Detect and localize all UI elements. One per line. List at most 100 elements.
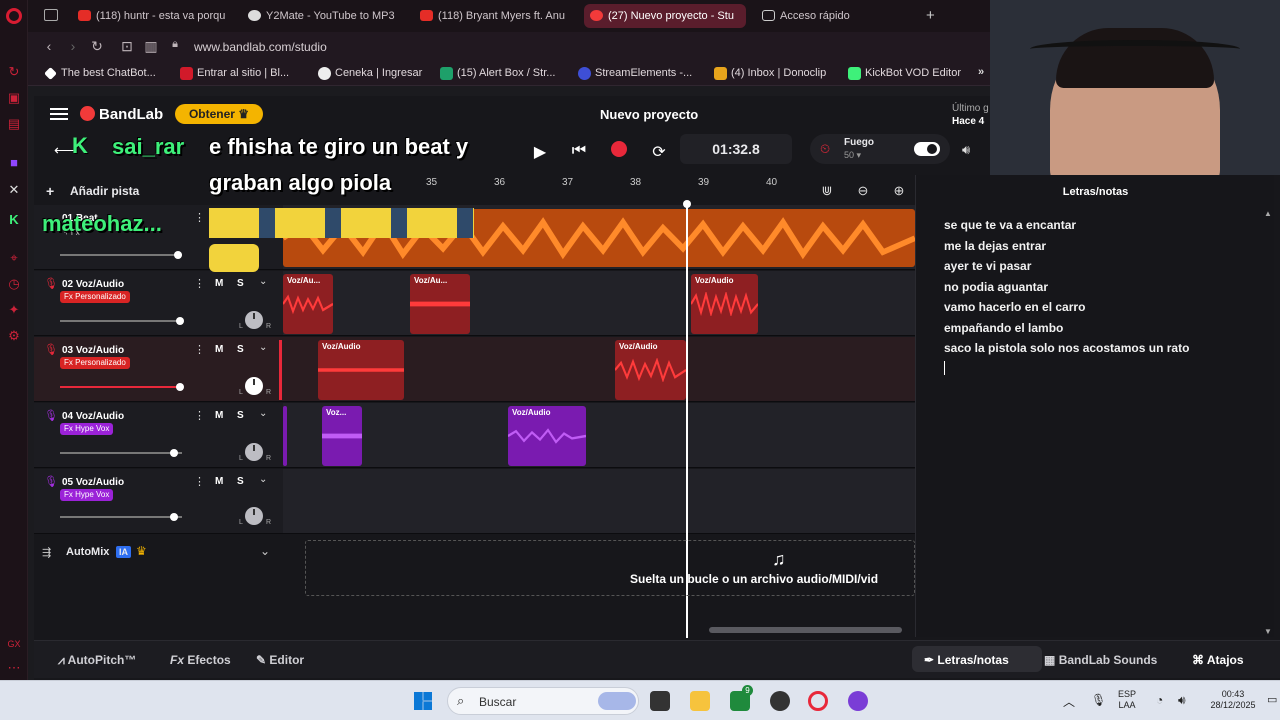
chevron-down-icon[interactable]: ⌄ bbox=[259, 342, 267, 353]
bookmark-alertbox[interactable]: (15) Alert Box / Str... bbox=[440, 67, 555, 80]
audio-clip[interactable]: Voz... bbox=[322, 406, 362, 466]
opera-gx-taskbar-icon[interactable] bbox=[808, 691, 828, 711]
track-header-02[interactable]: 🎙︎ 02 Voz/Audio Fx Personalizado ⋮ M S ⌄… bbox=[34, 271, 283, 336]
file-explorer-icon[interactable] bbox=[690, 691, 710, 711]
twitch-icon[interactable]: ■ bbox=[6, 155, 22, 171]
pin-icon[interactable]: ⌖ bbox=[6, 250, 22, 266]
taskbar-search[interactable]: ⌕ Buscar bbox=[447, 687, 639, 715]
bookmark-donoclip[interactable]: (4) Inbox | Donoclip bbox=[714, 67, 826, 80]
gx-icon[interactable]: GX bbox=[6, 636, 22, 652]
task-view-icon[interactable] bbox=[650, 691, 670, 711]
track-lane-05[interactable] bbox=[283, 469, 915, 534]
volume-slider[interactable] bbox=[60, 449, 182, 457]
lyric-line[interactable]: empañando el lambo bbox=[944, 321, 1063, 335]
audio-clip[interactable]: Voz/Au... bbox=[410, 274, 470, 334]
snapshot-icon[interactable]: ⊡ bbox=[118, 38, 136, 55]
pan-knob[interactable] bbox=[245, 377, 263, 395]
bandlab-logo[interactable]: BandLab bbox=[80, 106, 163, 123]
url-field[interactable]: www.bandlab.com/studio bbox=[194, 40, 327, 54]
add-track-button[interactable]: + Añadir pista bbox=[44, 181, 156, 201]
volume-slider[interactable] bbox=[60, 383, 184, 391]
project-title[interactable]: Nuevo proyecto bbox=[600, 107, 698, 122]
pan-knob[interactable] bbox=[245, 311, 263, 329]
chevron-down-icon[interactable]: ⌄ bbox=[260, 544, 270, 558]
fx-preset-badge[interactable]: Fx Hype Vox bbox=[60, 489, 114, 501]
bookmark-ceneka[interactable]: Ceneka | Ingresar bbox=[318, 67, 422, 80]
excel-icon[interactable]: 9 bbox=[730, 685, 753, 711]
shortcuts-button[interactable]: ⌘ Atajos bbox=[1192, 653, 1244, 667]
zoom-out-icon[interactable]: ⊖ bbox=[854, 183, 872, 199]
pan-knob[interactable] bbox=[245, 443, 263, 461]
pan-knob[interactable] bbox=[245, 507, 263, 525]
track-lane-02[interactable]: Voz/Au... Voz/Au... Voz/Audio bbox=[283, 271, 915, 336]
solo-button[interactable]: S bbox=[237, 476, 244, 487]
more-bookmarks-icon[interactable]: » bbox=[978, 66, 984, 78]
windows-start-icon[interactable] bbox=[414, 692, 432, 710]
loop-button[interactable]: ⟳ bbox=[647, 142, 671, 162]
mute-button[interactable]: M bbox=[215, 278, 223, 289]
kick-icon[interactable]: K bbox=[6, 212, 22, 228]
automix-row[interactable]: ⇶ AutoMix IA ♛ ⌄ bbox=[34, 538, 283, 568]
track-header-05[interactable]: 🎙︎ 05 Voz/Audio Fx Hype Vox ⋮ M S ⌄ L R bbox=[34, 469, 283, 534]
menu-icon[interactable] bbox=[50, 108, 68, 120]
upgrade-button[interactable]: Obtener ♛ bbox=[175, 104, 263, 124]
volume-slider-handle[interactable] bbox=[176, 317, 184, 325]
mute-button[interactable]: M bbox=[215, 476, 223, 487]
new-tab-icon[interactable]: + bbox=[926, 7, 935, 24]
bandlab-sounds-button[interactable]: ▦ BandLab Sounds bbox=[1044, 653, 1157, 667]
fx-preset-badge[interactable]: Fx Personalizado bbox=[60, 291, 130, 303]
lyrics-button[interactable]: ✒ Letras/notas bbox=[924, 653, 1009, 667]
tab-y2mate[interactable]: Y2Mate - YouTube to MP3 bbox=[242, 4, 402, 28]
opera-logo[interactable] bbox=[6, 8, 22, 24]
lyric-line[interactable]: saco la pistola solo nos acostamos un ra… bbox=[944, 341, 1189, 355]
network-icon[interactable]: ◔ bbox=[1156, 693, 1163, 707]
volume-slider[interactable] bbox=[60, 251, 182, 259]
volume-slider[interactable] bbox=[60, 317, 184, 325]
track-options-icon[interactable]: ⋮ bbox=[194, 409, 205, 422]
tab-menu-icon[interactable] bbox=[44, 9, 58, 21]
effects-button[interactable]: Fx Efectos bbox=[170, 653, 231, 667]
more-icon[interactable]: ⋯ bbox=[6, 660, 22, 676]
audio-clip[interactable]: Voz/Audio bbox=[615, 340, 686, 400]
metronome-control[interactable]: ⏲ Fuego 50 ▾ bbox=[810, 134, 950, 164]
audio-clip[interactable]: Voz/Audio bbox=[691, 274, 758, 334]
language-indicator[interactable]: ESP LAA bbox=[1118, 689, 1136, 711]
audio-clip[interactable]: Voz/Audio bbox=[508, 406, 586, 466]
zoom-in-icon[interactable]: ⊕ bbox=[890, 183, 908, 199]
track-options-icon[interactable]: ⋮ bbox=[194, 211, 205, 224]
bookmark-icon[interactable]: ▣ bbox=[6, 90, 22, 106]
audio-clip[interactable]: Voz/Audio bbox=[318, 340, 404, 400]
tab-quick-access[interactable]: Acceso rápido bbox=[756, 4, 896, 28]
clock[interactable]: 00:43 28/12/2025 bbox=[1204, 689, 1262, 711]
audio-clip[interactable]: Voz/Au... bbox=[283, 274, 333, 334]
track-header-03[interactable]: 🎙︎ 03 Voz/Audio Fx Personalizado ⋮ M S ⌄… bbox=[34, 337, 283, 402]
speaker-icon[interactable]: 🔊︎ bbox=[1178, 693, 1186, 708]
track-options-icon[interactable]: ⋮ bbox=[194, 343, 205, 356]
tab-bandlab[interactable]: (27) Nuevo proyecto - Stu bbox=[584, 4, 746, 28]
notifications-icon[interactable]: ▭ bbox=[1267, 693, 1277, 706]
news-icon[interactable]: ▤ bbox=[6, 116, 22, 132]
volume-slider-handle[interactable] bbox=[174, 251, 182, 259]
horizontal-scrollbar[interactable] bbox=[709, 627, 902, 633]
snap-icon[interactable]: ⋓ bbox=[818, 183, 836, 199]
volume-icon[interactable]: 🔊︎ bbox=[962, 142, 970, 158]
solo-button[interactable]: S bbox=[237, 278, 244, 289]
track-options-icon[interactable]: ⋮ bbox=[194, 475, 205, 488]
scroll-up-icon[interactable]: ▲ bbox=[1264, 209, 1272, 218]
solo-button[interactable]: S bbox=[237, 410, 244, 421]
play-button[interactable]: ▶ bbox=[528, 142, 552, 162]
lyric-line[interactable]: no podia aguantar bbox=[944, 280, 1048, 294]
x-icon[interactable]: ✕ bbox=[6, 182, 22, 198]
history-icon[interactable]: ↻ bbox=[6, 64, 22, 80]
solo-button[interactable]: S bbox=[237, 344, 244, 355]
bookmark-kickbot[interactable]: KickBot VOD Editor bbox=[848, 67, 961, 80]
track-lane-03[interactable]: Voz/Audio Voz/Audio bbox=[279, 337, 915, 402]
tab-huntr[interactable]: (118) huntr - esta va porqu bbox=[72, 4, 230, 28]
obs-icon[interactable] bbox=[770, 691, 790, 711]
volume-slider[interactable] bbox=[60, 513, 182, 521]
audio-clip[interactable] bbox=[283, 406, 287, 466]
microphone-icon[interactable]: 🎙︎ bbox=[1091, 693, 1106, 707]
volume-slider-handle[interactable] bbox=[170, 513, 178, 521]
autopitch-button[interactable]: ⩘ AutoPitch™ bbox=[58, 653, 136, 668]
extension-icon[interactable]: ✦ bbox=[6, 302, 22, 318]
